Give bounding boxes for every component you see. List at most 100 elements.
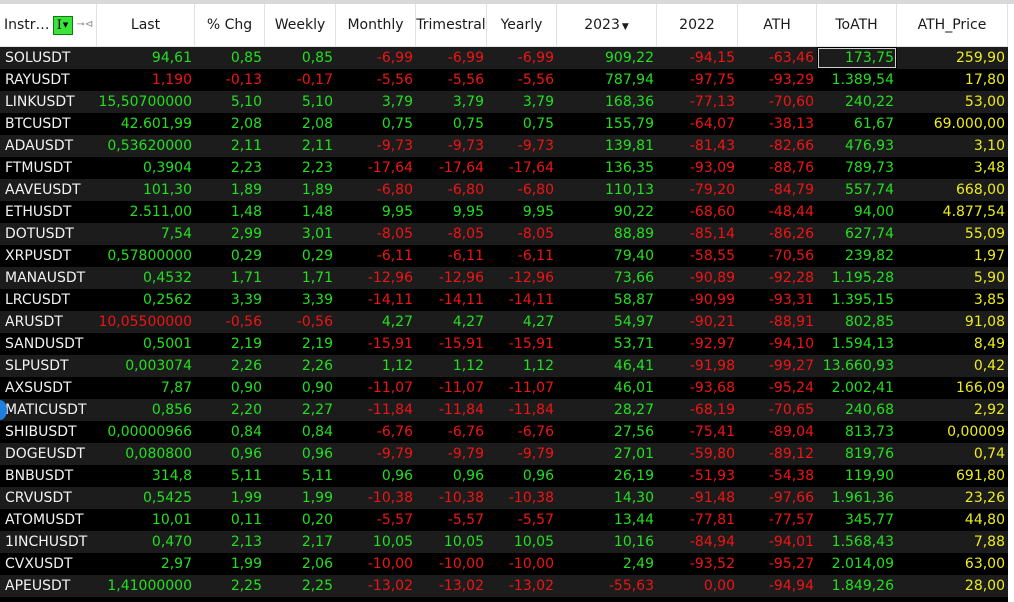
cell-yearly[interactable]: -5,57 <box>487 509 557 531</box>
cell-chg[interactable]: -0,56 <box>195 311 265 333</box>
cell-y2022[interactable]: -94,15 <box>657 47 738 69</box>
cell-last[interactable]: 2.511,00 <box>97 201 195 223</box>
cell-y2022[interactable]: -92,97 <box>657 333 738 355</box>
cell-toath[interactable]: 1.849,26 <box>817 575 897 597</box>
cell-yearly[interactable]: 9,95 <box>487 201 557 223</box>
cell-ath[interactable]: -48,44 <box>738 201 817 223</box>
cell-toath[interactable]: 627,74 <box>817 223 897 245</box>
table-row[interactable]: RAYUSDT 1,190 -0,13 -0,17 -5,56 -5,56 -5,56 787… <box>0 69 1008 91</box>
table-row[interactable]: LINKUSDT 15,50700000 5,10 5,10 3,79 3,79 3,79 1… <box>0 91 1008 113</box>
cell-ath[interactable]: -89,04 <box>738 421 817 443</box>
cell-weekly[interactable]: 0,29 <box>265 245 336 267</box>
cell-trimestral[interactable]: 9,95 <box>416 201 487 223</box>
cell-last[interactable]: 42.601,99 <box>97 113 195 135</box>
cell-last[interactable]: 1,41000000 <box>97 575 195 597</box>
cell-trimestral[interactable]: 4,27 <box>416 311 487 333</box>
cell-ath[interactable]: -63,46 <box>738 47 817 69</box>
column-header-yearly[interactable]: Yearly <box>487 4 557 46</box>
table-row[interactable]: SLPUSDT 0,003074 2,26 2,26 1,12 1,12 1,12 46,41… <box>0 355 1008 377</box>
cell-ath[interactable]: -70,65 <box>738 399 817 421</box>
cell-monthly[interactable]: -6,11 <box>336 245 416 267</box>
cell-chg[interactable]: 0,85 <box>195 47 265 69</box>
cell-last[interactable]: 0,5425 <box>97 487 195 509</box>
cell-toath[interactable]: 819,76 <box>817 443 897 465</box>
cell-y2023[interactable]: -55,63 <box>557 575 657 597</box>
cell-name[interactable]: APEUSDT <box>0 575 97 597</box>
cell-yearly[interactable]: -10,00 <box>487 553 557 575</box>
cell-ath[interactable]: -95,24 <box>738 377 817 399</box>
cell-chg[interactable]: 2,23 <box>195 157 265 179</box>
cell-name[interactable]: SHIBUSDT <box>0 421 97 443</box>
cell-chg[interactable]: 0,84 <box>195 421 265 443</box>
cell-weekly[interactable]: 1,89 <box>265 179 336 201</box>
cell-monthly[interactable]: 0,96 <box>336 465 416 487</box>
cell-y2022[interactable]: -84,94 <box>657 531 738 553</box>
cell-weekly[interactable]: 3,39 <box>265 289 336 311</box>
cell-name[interactable]: BTCUSDT <box>0 113 97 135</box>
table-row[interactable]: LRCUSDT 0,2562 3,39 3,39 -14,11 -14,11 -14,11 5… <box>0 289 1008 311</box>
cell-ath-price[interactable]: 0,42 <box>897 355 1008 377</box>
cell-y2022[interactable]: -91,98 <box>657 355 738 377</box>
cell-toath[interactable]: 61,67 <box>817 113 897 135</box>
cell-toath[interactable]: 557,74 <box>817 179 897 201</box>
cell-last[interactable]: 0,856 <box>97 399 195 421</box>
cell-trimestral[interactable]: 0,75 <box>416 113 487 135</box>
cell-y2023[interactable]: 28,27 <box>557 399 657 421</box>
cell-ath-price[interactable]: 259,90 <box>897 47 1008 69</box>
cell-trimestral[interactable]: 1,12 <box>416 355 487 377</box>
column-header-instrument[interactable]: Instr… I ▼ ⊸⊲ <box>0 4 97 46</box>
cell-yearly[interactable]: -14,11 <box>487 289 557 311</box>
cell-toath[interactable]: 345,77 <box>817 509 897 531</box>
cell-chg[interactable]: 1,99 <box>195 487 265 509</box>
cell-last[interactable]: 0,00000966 <box>97 421 195 443</box>
cell-toath[interactable]: 173,75 <box>817 47 897 69</box>
cell-ath-price[interactable]: 8,49 <box>897 333 1008 355</box>
cell-y2023[interactable]: 110,13 <box>557 179 657 201</box>
table-row[interactable]: CRVUSDT 0,5425 1,99 1,99 -10,38 -10,38 -10,38 1… <box>0 487 1008 509</box>
cell-ath-price[interactable]: 28,00 <box>897 575 1008 597</box>
cell-monthly[interactable]: -14,11 <box>336 289 416 311</box>
cell-monthly[interactable]: 4,27 <box>336 311 416 333</box>
cell-toath[interactable]: 94,00 <box>817 201 897 223</box>
cell-y2023[interactable]: 136,35 <box>557 157 657 179</box>
cell-ath[interactable]: -92,28 <box>738 267 817 289</box>
cell-weekly[interactable]: 2,08 <box>265 113 336 135</box>
cell-y2022[interactable]: -93,52 <box>657 553 738 575</box>
cell-yearly[interactable]: -11,07 <box>487 377 557 399</box>
table-row[interactable]: CVXUSDT 2,97 1,99 2,06 -10,00 -10,00 -10,00 2,4… <box>0 553 1008 575</box>
cell-ath-price[interactable]: 5,90 <box>897 267 1008 289</box>
cell-chg[interactable]: 5,11 <box>195 465 265 487</box>
cell-yearly[interactable]: -10,38 <box>487 487 557 509</box>
cell-trimestral[interactable]: -6,80 <box>416 179 487 201</box>
cell-yearly[interactable]: -6,11 <box>487 245 557 267</box>
cell-chg[interactable]: 2,11 <box>195 135 265 157</box>
cell-trimestral[interactable]: -6,99 <box>416 47 487 69</box>
cell-name[interactable]: SLPUSDT <box>0 355 97 377</box>
cell-yearly[interactable]: -13,02 <box>487 575 557 597</box>
cell-y2023[interactable]: 14,30 <box>557 487 657 509</box>
cell-last[interactable]: 7,54 <box>97 223 195 245</box>
cell-y2022[interactable]: -97,75 <box>657 69 738 91</box>
cell-chg[interactable]: 0,90 <box>195 377 265 399</box>
cell-ath[interactable]: -77,57 <box>738 509 817 531</box>
column-header-monthly[interactable]: Monthly <box>336 4 416 46</box>
cell-toath[interactable]: 476,93 <box>817 135 897 157</box>
cell-name[interactable]: AXSUSDT <box>0 377 97 399</box>
cell-last[interactable]: 0,080800 <box>97 443 195 465</box>
cell-yearly[interactable]: -12,96 <box>487 267 557 289</box>
cell-monthly[interactable]: -9,79 <box>336 443 416 465</box>
cell-y2022[interactable]: -91,48 <box>657 487 738 509</box>
cell-ath[interactable]: -99,27 <box>738 355 817 377</box>
cell-monthly[interactable]: -5,56 <box>336 69 416 91</box>
table-row[interactable]: SANDUSDT 0,5001 2,19 2,19 -15,91 -15,91 -15,91… <box>0 333 1008 355</box>
cell-toath[interactable]: 119,90 <box>817 465 897 487</box>
cell-name[interactable]: ETHUSDT <box>0 201 97 223</box>
cell-y2023[interactable]: 46,01 <box>557 377 657 399</box>
cell-weekly[interactable]: 2,26 <box>265 355 336 377</box>
cell-ath[interactable]: -86,26 <box>738 223 817 245</box>
cell-monthly[interactable]: -10,38 <box>336 487 416 509</box>
cell-monthly[interactable]: -12,96 <box>336 267 416 289</box>
cell-name[interactable]: ADAUSDT <box>0 135 97 157</box>
cell-y2022[interactable]: -90,99 <box>657 289 738 311</box>
cell-chg[interactable]: 1,48 <box>195 201 265 223</box>
